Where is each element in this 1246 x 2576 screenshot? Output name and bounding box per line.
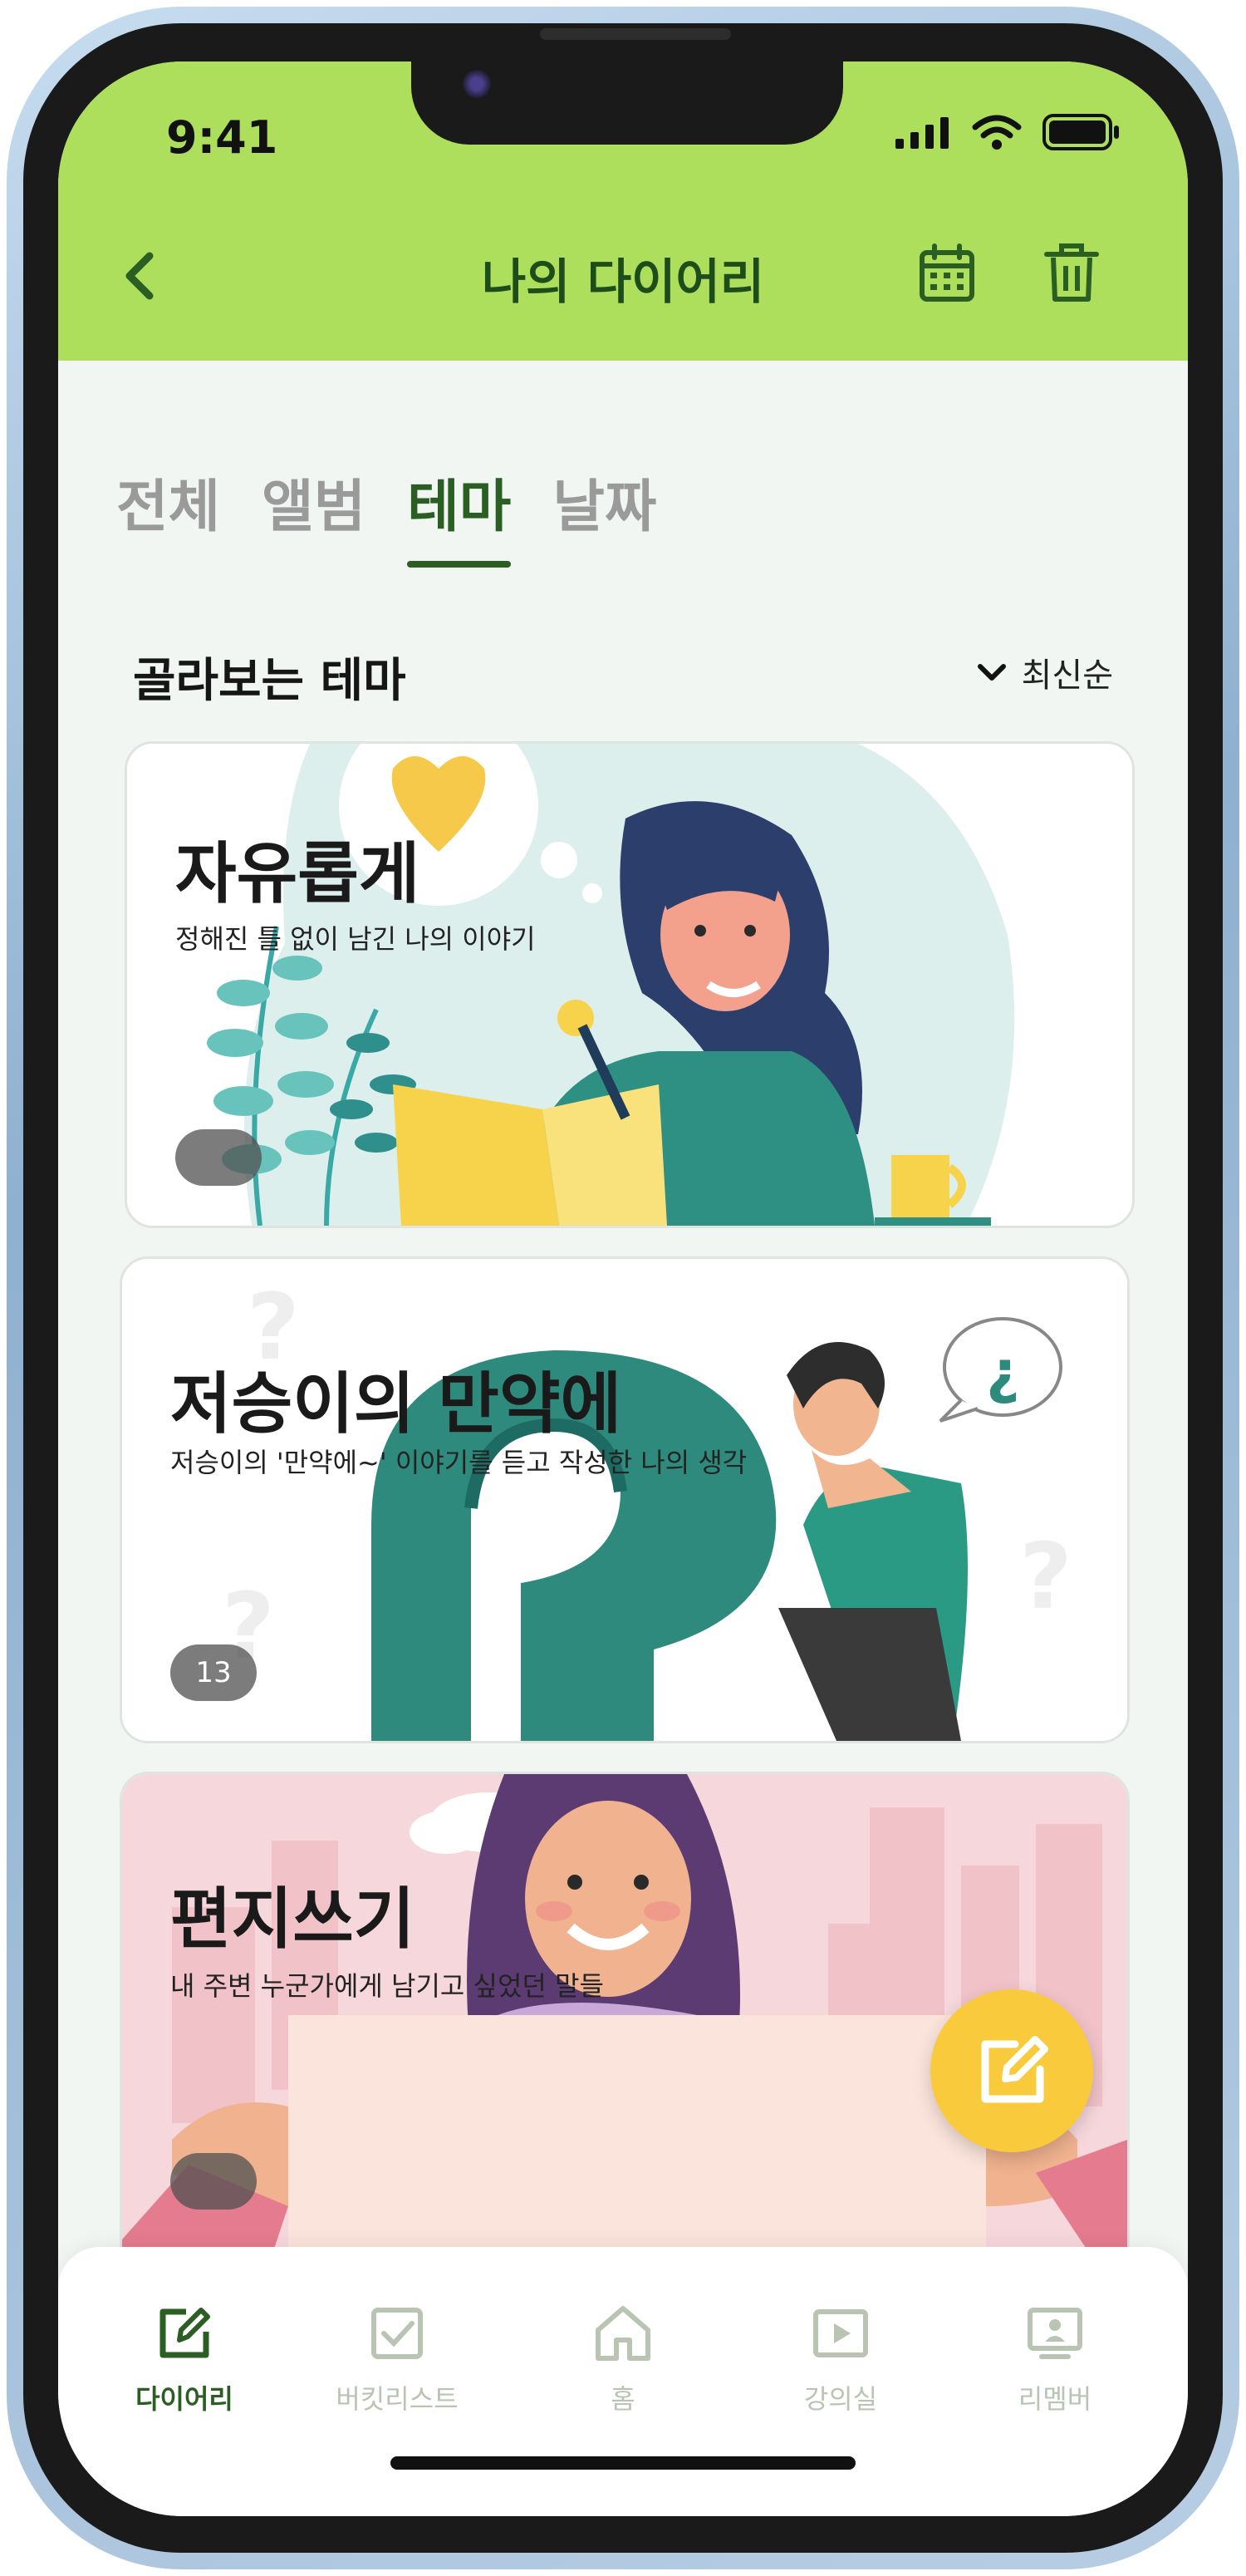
entry-count-badge: 13 [170,1644,257,1701]
signal-icon [895,117,949,149]
card-title: 저승이의 만약에 [170,1365,622,1443]
battery-icon [1042,114,1119,150]
home-icon [596,2306,650,2361]
nav-label: 강의실 [803,2383,878,2415]
section-title: 골라보는 테마 [133,654,406,708]
nav-diary[interactable]: 다이어리 [93,2302,276,2416]
card-illustration-writing-girl [127,744,1132,1226]
card-title: 자유롭게 [175,835,420,912]
entry-count-badge [175,1129,262,1186]
tab-date[interactable]: 날짜 [552,460,656,568]
filter-tabs: 전체 앨범 테마 날짜 [116,460,657,568]
delete-button[interactable] [1038,239,1105,306]
status-time: 9:41 [166,111,278,164]
write-diary-fab[interactable] [930,1989,1093,2152]
sort-dropdown[interactable]: 최신순 [975,648,1113,696]
checkbox-icon [371,2308,423,2359]
card-title: 편지쓰기 [170,1880,415,1958]
play-icon [813,2309,868,2357]
page-title: 나의 다이어리 [481,253,765,310]
nav-bucketlist[interactable]: 버킷리스트 [306,2302,488,2416]
tab-theme[interactable]: 테마 [407,460,512,568]
edit-pencil-icon [981,2036,1048,2103]
theme-card-what-if[interactable]: ??? ¿ 저승이의 만약에 저승이의 '만약에~' 이야기를 듣고 작성한 나… [120,1256,1130,1743]
app-screen: 9:41 나의 다이어리 전체 앨범 테마 날짜 골라보는 테마 최신순 자유롭… [58,61,1188,2516]
entry-count-badge [170,2153,257,2210]
notch [411,61,843,145]
nav-home[interactable]: 홈 [532,2302,714,2416]
front-camera [463,70,491,98]
home-indicator[interactable] [390,2456,856,2470]
card-subtitle: 정해진 틀 없이 남긴 나의 이야기 [175,923,536,955]
svg-text:?: ? [1019,1523,1072,1630]
theme-card-free[interactable]: 자유롭게 정해진 틀 없이 남긴 나의 이야기 [125,741,1135,1228]
calendar-button[interactable] [914,239,980,306]
speaker-grille [540,28,731,40]
chevron-down-icon [977,664,1006,681]
nav-label: 홈 [611,2383,635,2415]
status-icons [894,113,1121,151]
wifi-icon [972,115,1022,150]
card-subtitle: 내 주변 누군가에게 남기고 싶었던 말들 [170,1970,604,2002]
nav-label: 리멤버 [1018,2383,1092,2415]
nav-label: 다이어리 [135,2383,233,2415]
diary-edit-icon [159,2308,210,2358]
monitor-person-icon [1028,2308,1082,2359]
nav-remember[interactable]: 리멤버 [964,2302,1146,2416]
card-illustration-thinking-man: ??? ¿ [122,1259,1127,1741]
nav-classroom[interactable]: 강의실 [749,2302,932,2416]
svg-text:¿: ¿ [986,1338,1020,1406]
bottom-navigation: 다이어리 버킷리스트 홈 강의실 리멤버 [58,2247,1188,2516]
card-subtitle: 저승이의 '만약에~' 이야기를 듣고 작성한 나의 생각 [170,1447,748,1478]
nav-label: 버킷리스트 [336,2383,459,2415]
tab-album[interactable]: 앨범 [262,460,365,568]
sort-label: 최신순 [1021,656,1113,695]
tab-all[interactable]: 전체 [116,460,220,568]
